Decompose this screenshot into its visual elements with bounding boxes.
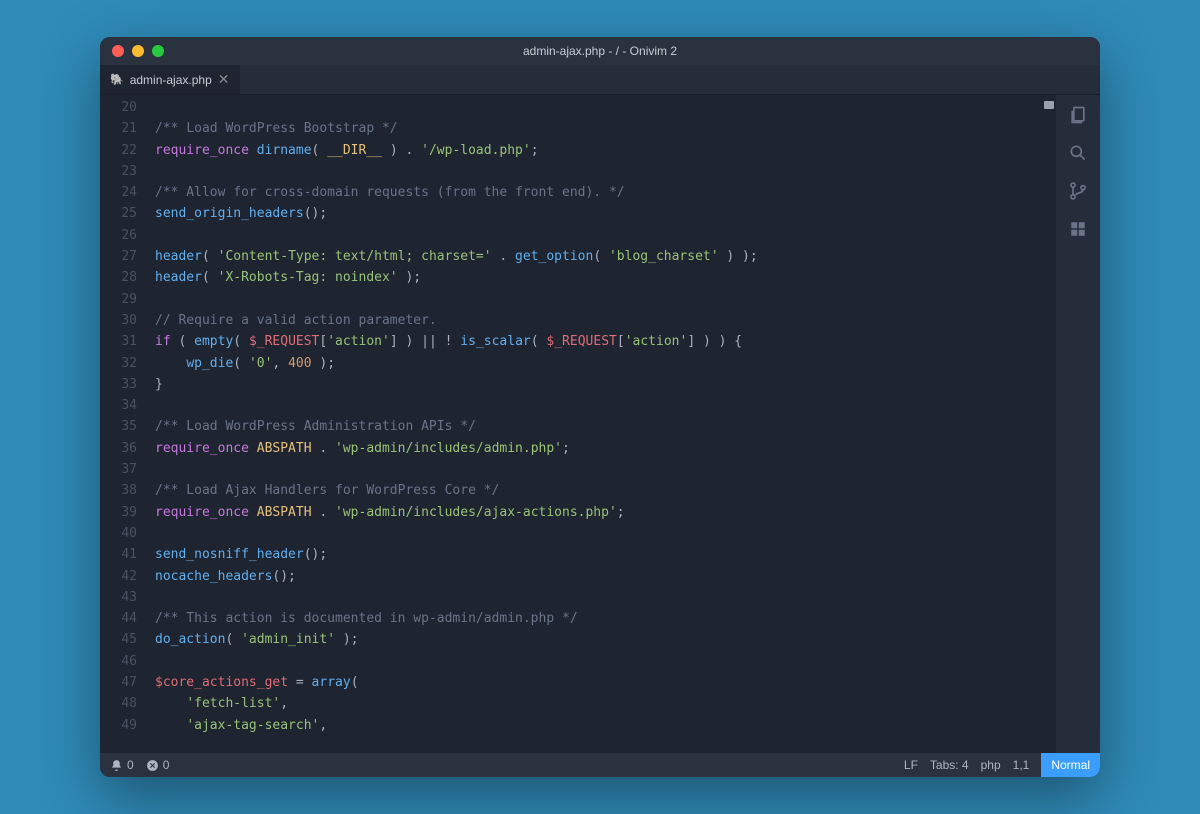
editor-body: 2021222324252627282930313233343536373839… bbox=[100, 95, 1100, 753]
line-ending-indicator[interactable]: LF bbox=[904, 758, 918, 772]
statusbar: 0 0 LF Tabs: 4 php 1,1 Normal bbox=[100, 753, 1100, 777]
tab-label: admin-ajax.php bbox=[130, 73, 212, 87]
traffic-lights bbox=[100, 45, 164, 57]
app-window: admin-ajax.php - / - Onivim 2 🐘 admin-aj… bbox=[100, 37, 1100, 777]
scrollbar-thumb[interactable] bbox=[1044, 101, 1054, 109]
code-content[interactable]: /** Load WordPress Bootstrap */require_o… bbox=[145, 95, 1044, 753]
titlebar: admin-ajax.php - / - Onivim 2 bbox=[100, 37, 1100, 65]
scrollbar[interactable] bbox=[1044, 95, 1056, 753]
close-tab-icon[interactable]: ✕ bbox=[218, 71, 230, 88]
search-icon[interactable] bbox=[1068, 143, 1088, 163]
files-icon[interactable] bbox=[1068, 105, 1088, 125]
vim-mode-indicator[interactable]: Normal bbox=[1041, 753, 1100, 777]
tab-admin-ajax[interactable]: 🐘 admin-ajax.php ✕ bbox=[100, 65, 240, 94]
activity-bar bbox=[1056, 95, 1100, 753]
maximize-window-button[interactable] bbox=[152, 45, 164, 57]
cursor-position[interactable]: 1,1 bbox=[1013, 758, 1030, 772]
errors-count: 0 bbox=[163, 758, 170, 772]
errors-button[interactable]: 0 bbox=[146, 758, 170, 772]
close-window-button[interactable] bbox=[112, 45, 124, 57]
editor-area[interactable]: 2021222324252627282930313233343536373839… bbox=[100, 95, 1056, 753]
language-indicator[interactable]: php bbox=[981, 758, 1001, 772]
minimize-window-button[interactable] bbox=[132, 45, 144, 57]
window-title: admin-ajax.php - / - Onivim 2 bbox=[523, 44, 677, 58]
tabbar: 🐘 admin-ajax.php ✕ bbox=[100, 65, 1100, 95]
notifications-count: 0 bbox=[127, 758, 134, 772]
extensions-icon[interactable] bbox=[1068, 219, 1088, 239]
php-file-icon: 🐘 bbox=[110, 73, 124, 86]
indentation-indicator[interactable]: Tabs: 4 bbox=[930, 758, 969, 772]
line-number-gutter: 2021222324252627282930313233343536373839… bbox=[100, 95, 145, 753]
git-branch-icon[interactable] bbox=[1068, 181, 1088, 201]
notifications-button[interactable]: 0 bbox=[110, 758, 134, 772]
